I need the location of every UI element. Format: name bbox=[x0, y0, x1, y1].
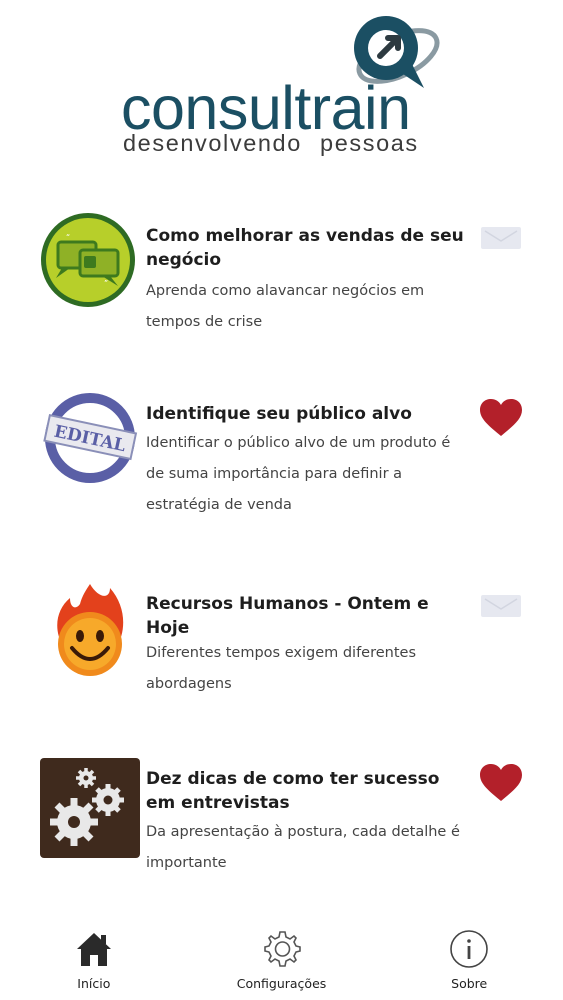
envelope-icon bbox=[481, 595, 521, 617]
article-item[interactable]: Dez dicas de como ter sucesso em entrevi… bbox=[0, 755, 563, 915]
envelope-icon bbox=[481, 227, 521, 249]
article-item[interactable]: Recursos Humanos - Ontem e Hoje Diferent… bbox=[0, 572, 563, 732]
favorite-toggle[interactable] bbox=[476, 586, 526, 626]
tab-label: Início bbox=[77, 976, 111, 991]
article-title: Dez dicas de como ter sucesso em entrevi… bbox=[146, 769, 440, 813]
svg-text:”: ” bbox=[104, 279, 108, 288]
bottom-tab-bar: Início Configurações Sobre bbox=[0, 920, 563, 1000]
article-title: Identifique seu público alvo bbox=[146, 404, 412, 424]
gear-icon bbox=[263, 931, 301, 967]
tab-sobre[interactable]: Sobre bbox=[375, 920, 563, 1000]
tab-label: Configurações bbox=[236, 976, 327, 991]
heart-icon bbox=[480, 764, 522, 801]
favorite-toggle[interactable] bbox=[476, 763, 526, 803]
tab-configuracoes[interactable]: Configurações bbox=[188, 920, 376, 1000]
heart-icon bbox=[480, 399, 522, 436]
svg-text:“: “ bbox=[66, 233, 70, 242]
chat-bubbles-icon: “ ” bbox=[41, 213, 135, 307]
gears-icon bbox=[40, 758, 140, 858]
tab-inicio[interactable]: Início bbox=[0, 920, 188, 1000]
article-title: Recursos Humanos - Ontem e Hoje bbox=[146, 594, 429, 638]
article-title: Como melhorar as vendas de seu negócio bbox=[146, 226, 464, 270]
article-item[interactable]: EDITAL Identifique seu público alvo Iden… bbox=[0, 388, 563, 548]
article-description: Aprenda como alavancar negócios em tempo… bbox=[146, 283, 425, 330]
fire-smiley-icon bbox=[57, 584, 124, 676]
article-description: Diferentes tempos exigem diferentes abor… bbox=[146, 645, 417, 692]
info-icon bbox=[450, 930, 488, 968]
article-description: Da apresentação à postura, cada detalhe … bbox=[146, 824, 460, 871]
edital-stamp-icon: EDITAL bbox=[43, 393, 138, 483]
app-logo: consultrain desenvolvendo pessoas bbox=[0, 0, 563, 175]
logo-tagline: desenvolvendo pessoas bbox=[123, 130, 419, 156]
tab-label: Sobre bbox=[451, 976, 488, 991]
home-icon bbox=[76, 933, 111, 966]
article-item[interactable]: “ ” Como melhorar as vendas de seu negóc… bbox=[0, 200, 563, 360]
favorite-toggle[interactable] bbox=[476, 398, 526, 438]
article-description: Identificar o público alvo de um produto… bbox=[146, 435, 451, 513]
favorite-toggle[interactable] bbox=[476, 218, 526, 258]
